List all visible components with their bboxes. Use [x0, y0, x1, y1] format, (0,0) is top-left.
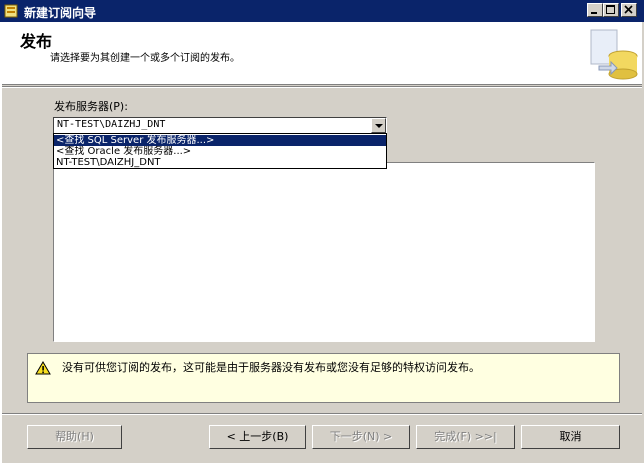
dropdown-option-find-oracle[interactable]: <查找 Oracle 发布服务器...> [54, 146, 386, 157]
maximize-button[interactable] [603, 3, 619, 17]
chevron-down-icon[interactable] [371, 118, 386, 133]
back-button[interactable]: < 上一步(B) [209, 425, 306, 449]
publisher-selected-value: NT-TEST\DAIZHJ_DNT [57, 119, 166, 130]
finish-button[interactable]: 完成(F) >>| [416, 425, 515, 449]
title-bar: 新建订阅向导 [0, 0, 644, 22]
wizard-header: 发布 请选择要为其创建一个或多个订阅的发布。 [2, 22, 642, 85]
minimize-button[interactable] [587, 3, 603, 17]
cancel-button[interactable]: 取消 [521, 425, 620, 449]
window-border [0, 22, 2, 463]
footer-separator [2, 413, 642, 415]
publisher-dropdown-list: <查找 SQL Server 发布服务器...> <查找 Oracle 发布服务… [53, 133, 387, 169]
dropdown-option-nt-test[interactable]: NT-TEST\DAIZHJ_DNT [54, 157, 386, 168]
window-title: 新建订阅向导 [24, 6, 97, 20]
help-button[interactable]: 帮助(H) [27, 425, 122, 449]
page-title: 发布 [20, 32, 53, 51]
page-description: 请选择要为其创建一个或多个订阅的发布。 [50, 53, 240, 64]
header-separator [2, 86, 642, 88]
publisher-combobox[interactable]: NT-TEST\DAIZHJ_DNT [53, 117, 387, 134]
close-button[interactable] [621, 3, 637, 17]
publisher-label: 发布服务器(P): [54, 100, 128, 113]
info-message-text: 没有可供您订阅的发布，这可能是由于服务器没有发布或您没有足够的特权访问发布。 [62, 361, 480, 374]
next-button[interactable]: 下一步(N) > [312, 425, 410, 449]
dropdown-option-find-sql[interactable]: <查找 SQL Server 发布服务器...> [54, 135, 386, 146]
database-graphic-icon [590, 29, 638, 80]
close-icon [624, 5, 633, 14]
maximize-icon [606, 5, 615, 14]
publications-list[interactable] [53, 162, 595, 342]
warning-icon [35, 361, 51, 375]
wizard-app-icon [4, 4, 18, 18]
minimize-icon [591, 12, 597, 14]
info-message-panel: 没有可供您订阅的发布，这可能是由于服务器没有发布或您没有足够的特权访问发布。 [27, 353, 620, 403]
wizard-window: 新建订阅向导 发布 请选择要为其创建一个或多个订阅的发布。 发布服务器(P): … [0, 0, 644, 463]
